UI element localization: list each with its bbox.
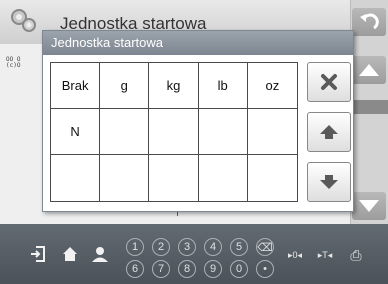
key-9[interactable]: 9 (204, 260, 222, 278)
logout-button[interactable] (27, 243, 49, 265)
backspace-key[interactable]: ⌫ (256, 238, 274, 256)
background-scroll-up-button[interactable] (352, 56, 386, 84)
unit-cell-n[interactable]: N (51, 109, 101, 155)
unit-grid: Brak g kg lb oz N (50, 62, 298, 202)
scroll-down-button[interactable] (307, 162, 351, 202)
unit-cell-empty[interactable] (247, 109, 297, 155)
key-3[interactable]: 3 (178, 238, 196, 256)
print-button[interactable]: ⎙ (344, 245, 368, 265)
key-2[interactable]: 2 (152, 238, 170, 256)
logout-icon (31, 246, 45, 262)
unit-cell-empty[interactable] (51, 155, 101, 201)
home-button[interactable] (59, 243, 81, 265)
key-1[interactable]: 1 (126, 238, 144, 256)
unit-selection-dialog: Jednostka startowa Brak g kg lb oz N (42, 30, 354, 212)
background-tiny-label: OO O (c)O (6, 57, 34, 69)
unit-cell-empty[interactable] (247, 155, 297, 201)
unit-cell-g[interactable]: g (100, 63, 150, 109)
user-button[interactable] (89, 243, 111, 265)
unit-cell-empty[interactable] (100, 109, 150, 155)
unit-cell-brak[interactable]: Brak (51, 63, 101, 109)
settings-gear-icon (8, 6, 38, 36)
key-6[interactable]: 6 (126, 260, 144, 278)
user-icon (92, 247, 108, 262)
arrow-down-icon (320, 175, 338, 189)
home-icon (63, 247, 77, 261)
tare-button[interactable]: ▸T◂ (312, 247, 338, 263)
tiny-label-line2: (c)O (6, 62, 21, 69)
arrow-up-icon (320, 125, 338, 139)
key-4[interactable]: 4 (204, 238, 222, 256)
undo-icon (360, 13, 379, 30)
unit-cell-empty[interactable] (198, 109, 248, 155)
key-7[interactable]: 7 (152, 260, 170, 278)
unit-cell-empty[interactable] (198, 155, 248, 201)
unit-cell-empty[interactable] (149, 155, 199, 201)
decimal-key[interactable]: • (256, 260, 274, 278)
unit-cell-empty[interactable] (149, 109, 199, 155)
unit-cell-lb[interactable]: lb (198, 63, 248, 109)
zero-button[interactable]: ▸0◂ (282, 247, 308, 263)
scroll-up-button[interactable] (307, 112, 351, 152)
unit-cell-oz[interactable]: oz (247, 63, 297, 109)
undo-button[interactable] (352, 8, 386, 36)
unit-cell-kg[interactable]: kg (149, 63, 199, 109)
scroll-indicator (350, 100, 388, 114)
key-0[interactable]: 0 (230, 260, 248, 278)
key-8[interactable]: 8 (178, 260, 196, 278)
key-5[interactable]: 5 (230, 238, 248, 256)
unit-cell-empty[interactable] (100, 155, 150, 201)
arrow-down-icon (359, 200, 379, 212)
close-icon (321, 74, 337, 90)
background-scroll-down-button[interactable] (352, 192, 386, 220)
close-button[interactable] (307, 62, 351, 102)
dialog-title: Jednostka startowa (43, 31, 353, 55)
arrow-up-icon (359, 64, 379, 76)
